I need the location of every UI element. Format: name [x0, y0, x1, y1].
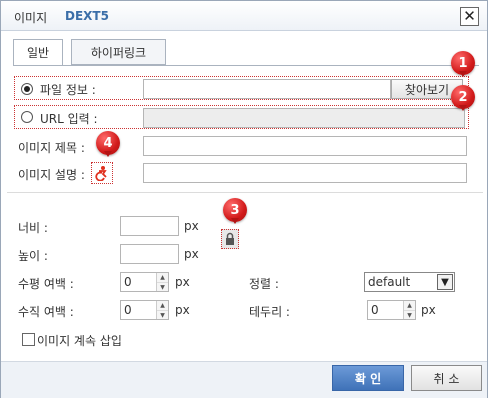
vspace-unit: px [175, 303, 190, 317]
image-title-input[interactable] [143, 136, 467, 156]
section-divider [7, 192, 483, 193]
accessibility-glyph [95, 166, 107, 181]
vspace-stepper[interactable]: 0 ▲ ▼ [120, 300, 169, 320]
lock-ratio-icon[interactable] [221, 229, 239, 249]
hspace-label: 수평 여백 : [18, 277, 74, 291]
spin-up-icon[interactable]: ▲ [157, 301, 168, 310]
height-label: 높이 : [18, 249, 48, 263]
tab-general[interactable]: 일반 [13, 39, 63, 66]
hspace-unit: px [175, 275, 190, 289]
image-title-label: 이미지 제목 : [18, 141, 85, 155]
continue-insert-label[interactable]: 이미지 계속 삽입 [37, 332, 122, 349]
border-unit: px [421, 303, 436, 317]
hspace-stepper[interactable]: 0 ▲ ▼ [120, 272, 169, 292]
callout-badge-3: 3 [223, 198, 247, 224]
spin-down-icon[interactable]: ▼ [157, 282, 168, 291]
url-input[interactable] [143, 108, 465, 128]
dialog-title: 이미지 [14, 11, 48, 25]
border-value: 0 [371, 303, 379, 317]
title-bar[interactable]: 이미지 DEXT5 ✕ [1, 1, 487, 31]
spin-up-icon[interactable]: ▲ [404, 301, 415, 310]
continue-insert-checkbox[interactable] [22, 333, 35, 346]
chevron-down-icon[interactable]: ▼ [437, 274, 453, 290]
vspace-label: 수직 여백 : [18, 305, 74, 319]
image-dialog: 이미지 DEXT5 ✕ 일반 하이퍼링크 파일 정보 : 찾아보기 URL 입력… [0, 0, 488, 398]
width-input[interactable] [120, 216, 179, 236]
close-icon[interactable]: ✕ [460, 7, 479, 26]
spin-down-icon[interactable]: ▼ [404, 310, 415, 319]
border-stepper[interactable]: 0 ▲ ▼ [367, 300, 416, 320]
align-select[interactable]: default ▼ [364, 272, 455, 292]
spin-down-icon[interactable]: ▼ [157, 310, 168, 319]
border-label: 테두리 : [249, 305, 290, 319]
hspace-value: 0 [124, 275, 132, 289]
align-value: default [368, 275, 411, 289]
url-label: URL 입력 : [40, 112, 98, 126]
callout-badge-4: 4 [96, 131, 120, 157]
callout-badge-1: 1 [451, 51, 475, 77]
align-label: 정렬 : [249, 277, 279, 291]
height-input[interactable] [120, 244, 179, 264]
image-desc-label: 이미지 설명 : [18, 168, 85, 182]
file-radio[interactable] [21, 83, 33, 95]
callout-badge-2: 2 [451, 85, 475, 111]
tab-divider [13, 65, 479, 66]
accessibility-icon[interactable] [91, 162, 113, 184]
url-radio[interactable] [21, 111, 33, 123]
brand-label: DEXT5 [65, 9, 109, 23]
file-input[interactable] [143, 79, 391, 99]
height-unit: px [184, 247, 199, 261]
spin-up-icon[interactable]: ▲ [157, 273, 168, 282]
width-unit: px [184, 219, 199, 233]
vspace-value: 0 [124, 303, 132, 317]
tab-hyperlink[interactable]: 하이퍼링크 [71, 39, 166, 65]
ok-button[interactable]: 확 인 [332, 365, 404, 391]
cancel-button[interactable]: 취 소 [411, 365, 482, 391]
file-label: 파일 정보 : [40, 83, 96, 97]
width-label: 너비 : [18, 221, 48, 235]
image-desc-input[interactable] [143, 163, 467, 183]
lock-glyph [226, 232, 234, 245]
